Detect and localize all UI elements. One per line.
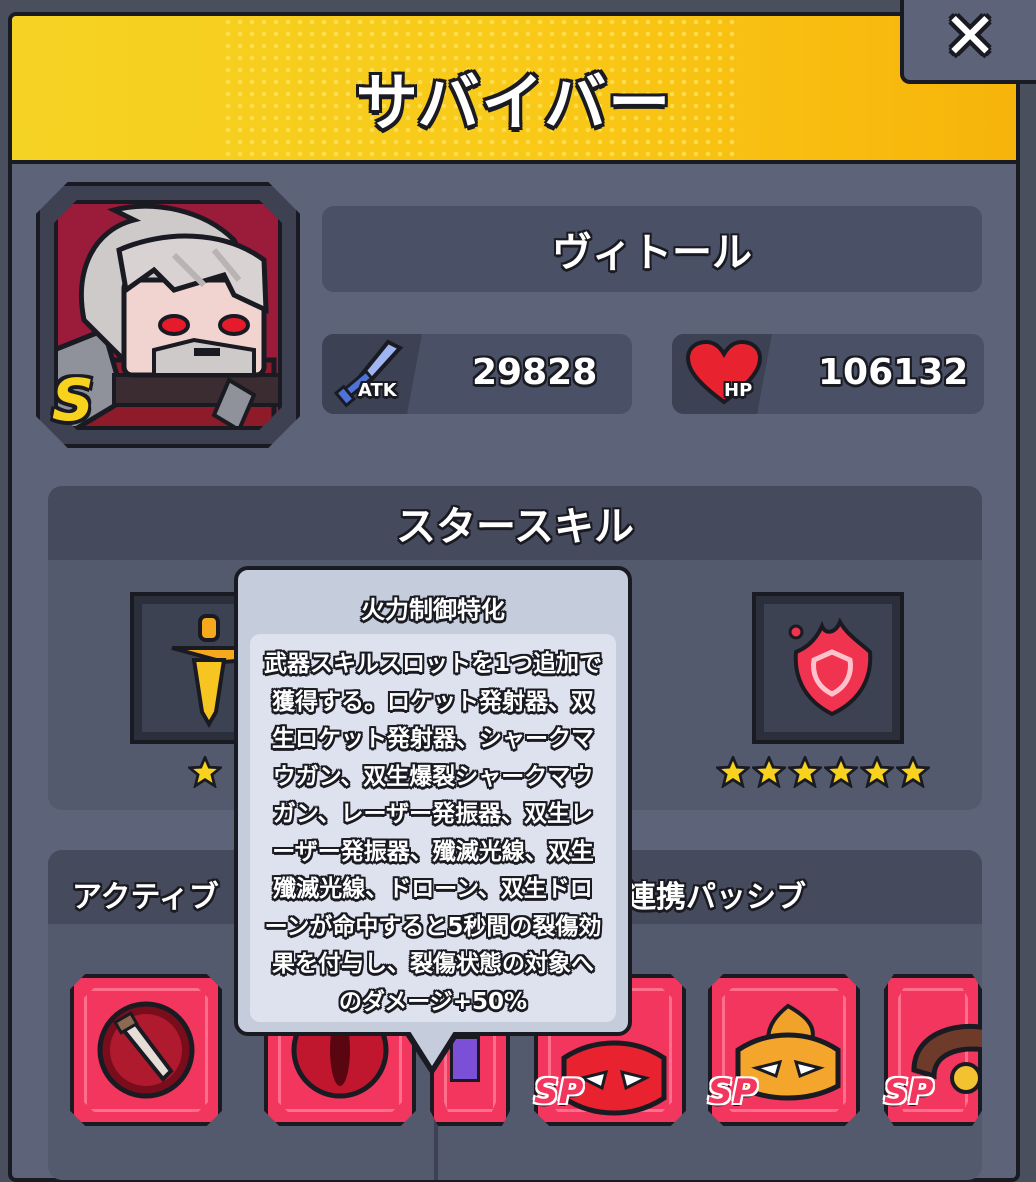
star-skill-slot-right[interactable] [752, 592, 904, 744]
rank-badge: S [52, 366, 94, 434]
hp-label: HP [724, 380, 753, 401]
atk-label: ATK [358, 380, 397, 401]
atk-stat: ATK 29828 [322, 334, 632, 414]
page-title: サバイバー [355, 66, 673, 139]
close-button[interactable]: ✕ [900, 0, 1036, 84]
star-icon [752, 756, 786, 788]
passive-label: 連携パッシブ [626, 880, 806, 915]
star-skill-heading: スタースキル [48, 486, 982, 560]
tooltip-description: 武器スキルスロットを1つ追加で獲得する。ロケット発射器、双生ロケット発射器、シャ… [250, 634, 616, 1022]
panel-header: サバイバー [12, 16, 1016, 164]
skill-tooltip: 火力制御特化 武器スキルスロットを1つ追加で獲得する。ロケット発射器、双生ロケッ… [234, 566, 632, 1036]
star-icon [824, 756, 858, 788]
sp-badge: SP [708, 1072, 758, 1112]
hp-stat: HP 106132 [672, 334, 984, 414]
active-skill-1[interactable] [70, 974, 222, 1126]
atk-value: 29828 [472, 352, 598, 393]
fire-shield-icon [788, 617, 873, 717]
star-rating-right [716, 756, 930, 788]
close-icon[interactable]: ✕ [943, 5, 997, 69]
dagger-orb-icon [97, 1001, 195, 1099]
star-rating-left [188, 756, 222, 788]
tooltip-pointer-fill [408, 1028, 456, 1066]
character-name: ヴィトール [322, 206, 982, 292]
hp-value: 106132 [818, 352, 969, 393]
star-icon [188, 756, 222, 788]
active-label: アクティブ [72, 880, 219, 915]
star-icon [788, 756, 822, 788]
tooltip-title: 火力制御特化 [361, 596, 505, 624]
star-icon [860, 756, 894, 788]
sp-badge: SP [534, 1072, 584, 1112]
sp-badge: SP [884, 1072, 934, 1112]
star-icon [716, 756, 750, 788]
star-icon [896, 756, 930, 788]
